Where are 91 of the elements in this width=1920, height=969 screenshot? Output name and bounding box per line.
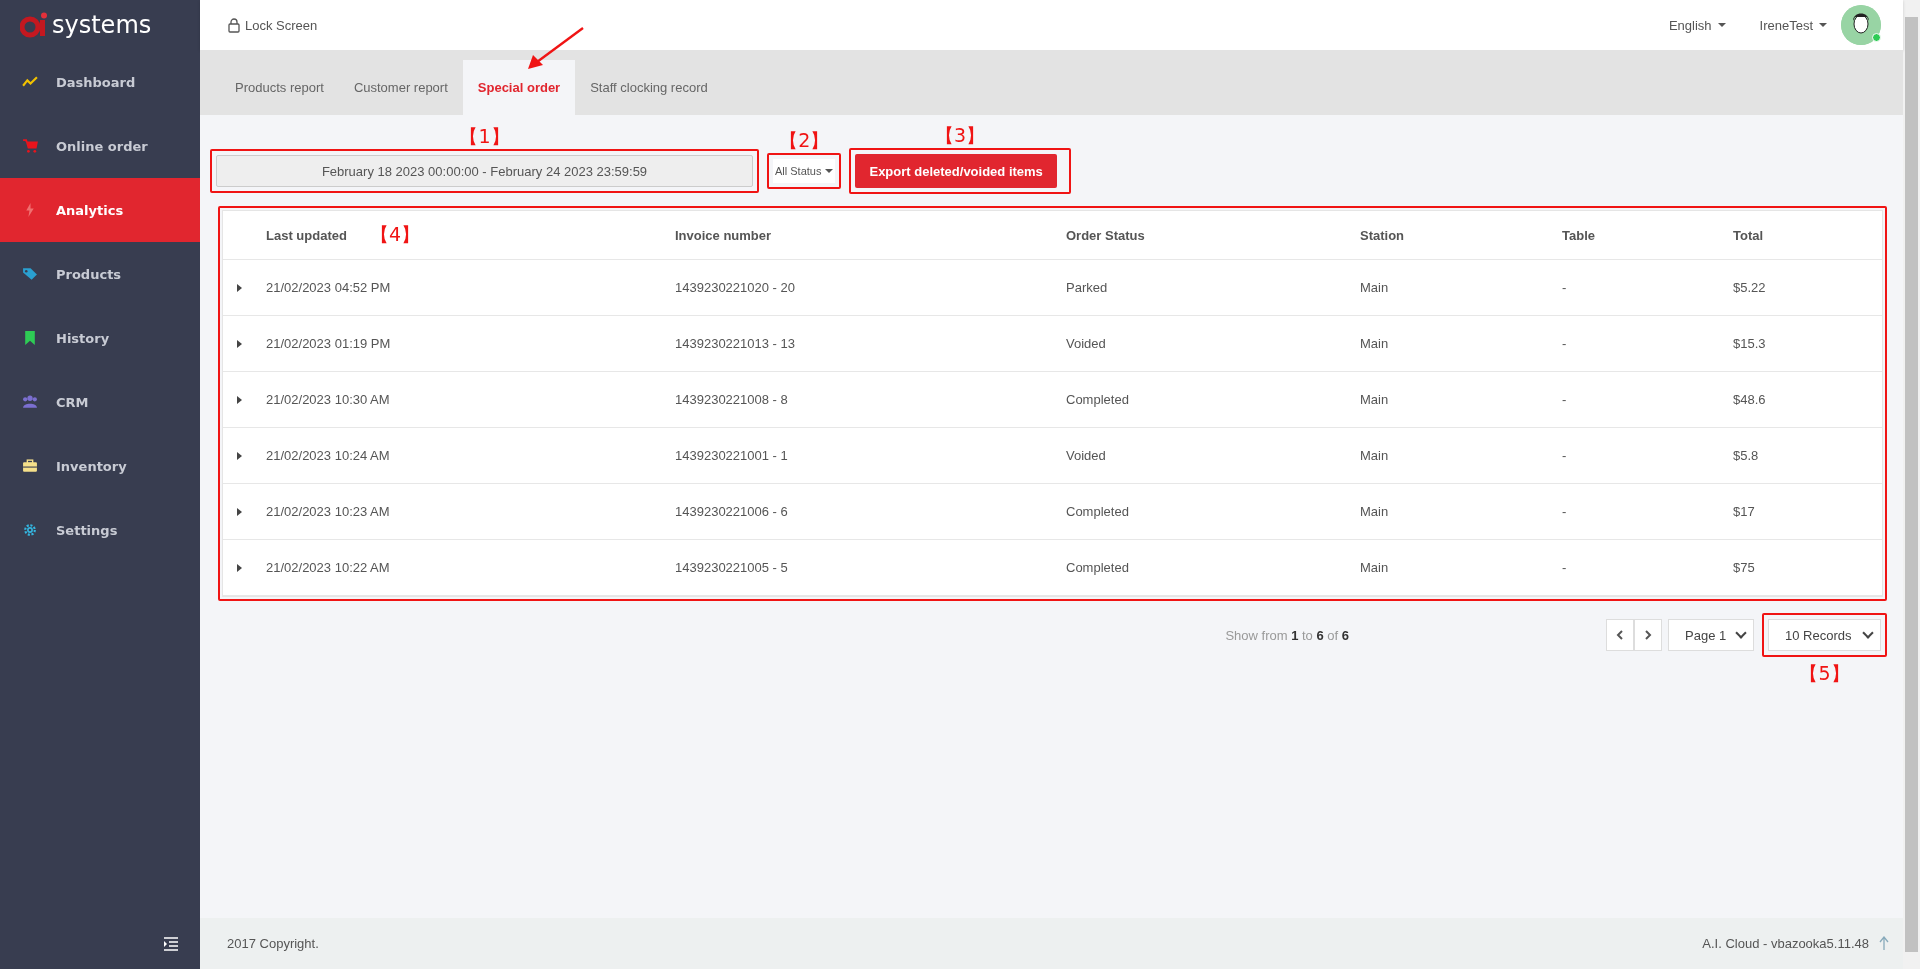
logo-icon (20, 12, 48, 38)
version-text: A.I. Cloud - vbazooka5.11.48 (1702, 936, 1869, 951)
lock-icon (228, 17, 240, 33)
table-cell: Main (1360, 428, 1562, 484)
menu-icon[interactable] (164, 937, 178, 951)
report-tab[interactable]: Products report (220, 60, 339, 115)
table-cell: $5.22 (1733, 260, 1882, 316)
table-cell: 1439230221005 - 5 (675, 540, 1066, 596)
user-dropdown[interactable]: IreneTest (1759, 17, 1827, 33)
expand-caret-icon[interactable] (235, 339, 243, 348)
callout-label: 【5】 (1799, 661, 1850, 686)
expand-caret-icon[interactable] (235, 283, 243, 292)
nav-item[interactable]: Analytics (0, 178, 200, 242)
previous-page-button[interactable] (1606, 619, 1634, 651)
table-cell: Main (1360, 484, 1562, 540)
cart-icon (22, 138, 38, 154)
export-button[interactable]: Export deleted/voided items (855, 154, 1057, 188)
column-header: Table (1562, 211, 1733, 260)
table-cell: 1439230221020 - 20 (675, 260, 1066, 316)
records-summary: Show from 1 to 6 of 6 (1225, 627, 1349, 643)
chevron-left-icon (1616, 630, 1624, 640)
expand-caret-icon[interactable] (235, 451, 243, 460)
table-cell: 1439230221006 - 6 (675, 484, 1066, 540)
nav-item[interactable]: Dashboard (0, 50, 200, 114)
scrollbar[interactable] (1905, 17, 1918, 952)
table-cell: 21/02/2023 04:52 PM (266, 260, 675, 316)
bookmark-icon (22, 330, 38, 346)
lock-screen-link[interactable]: Lock Screen (228, 17, 318, 33)
table-cell: - (1562, 372, 1733, 428)
report-tab[interactable]: Special order (462, 60, 576, 115)
table-cell: 21/02/2023 10:30 AM (266, 372, 675, 428)
table-cell: $17 (1733, 484, 1882, 540)
column-header: Total (1733, 211, 1882, 260)
avatar-icon[interactable] (1841, 5, 1881, 45)
records-per-page-select[interactable]: 10 Records (1768, 619, 1881, 651)
table-cell: 1439230221001 - 1 (675, 428, 1066, 484)
column-header: Station (1360, 211, 1562, 260)
nav-item[interactable]: Online order (0, 114, 200, 178)
callout-label: 【2】 (779, 128, 830, 153)
table-cell: Voided (1066, 428, 1360, 484)
table-cell: - (1562, 484, 1733, 540)
language-dropdown[interactable]: English (1668, 17, 1726, 33)
callout-label: 【1】 (459, 124, 510, 149)
status-dropdown[interactable]: All Status (773, 159, 836, 183)
table-cell: - (1562, 260, 1733, 316)
briefcase-icon (22, 458, 38, 474)
table-cell: - (1562, 316, 1733, 372)
table-cell: 21/02/2023 10:22 AM (266, 540, 675, 596)
table-cell: 1439230221008 - 8 (675, 372, 1066, 428)
callout-label: 【4】 (370, 222, 421, 247)
table-cell: Completed (1066, 484, 1360, 540)
table-cell: Main (1360, 540, 1562, 596)
callout-label: 【3】 (935, 123, 986, 148)
tag-icon (22, 266, 38, 282)
report-tab[interactable]: Staff clocking record (575, 60, 723, 115)
table-cell: Main (1360, 372, 1562, 428)
nav-item[interactable]: Inventory (0, 434, 200, 498)
next-page-button[interactable] (1634, 619, 1662, 651)
table-cell: Main (1360, 260, 1562, 316)
table-cell: $48.6 (1733, 372, 1882, 428)
copyright-text: 2017 Copyright. (227, 936, 319, 951)
chevron-right-icon (1644, 630, 1652, 640)
table-cell: Completed (1066, 372, 1360, 428)
table-cell: Completed (1066, 540, 1360, 596)
nav-item[interactable]: Products (0, 242, 200, 306)
date-range-field[interactable]: February 18 2023 00:00:00 - February 24 2023 23:59:59 (216, 155, 753, 187)
brand-name: systems (52, 11, 152, 39)
table-cell: 21/02/2023 01:19 PM (266, 316, 675, 372)
users-icon (22, 394, 38, 410)
column-header: Order Status (1066, 211, 1360, 260)
nav-item[interactable]: Settings (0, 498, 200, 562)
table-cell: 21/02/2023 10:23 AM (266, 484, 675, 540)
table-cell: $15.3 (1733, 316, 1882, 372)
expand-caret-icon[interactable] (235, 507, 243, 516)
table-cell: $75 (1733, 540, 1882, 596)
table-cell: Main (1360, 316, 1562, 372)
table-cell: - (1562, 540, 1733, 596)
settings-icon (22, 522, 38, 538)
table-cell: Voided (1066, 316, 1360, 372)
report-tab[interactable]: Customer report (338, 60, 463, 115)
page-select[interactable]: Page 1 (1668, 619, 1754, 651)
table-cell: 1439230221013 - 13 (675, 316, 1066, 372)
expand-caret-icon[interactable] (235, 395, 243, 404)
table-cell: $5.8 (1733, 428, 1882, 484)
table-cell: 21/02/2023 10:24 AM (266, 428, 675, 484)
table-cell: - (1562, 428, 1733, 484)
column-header: Invoice number (675, 211, 1066, 260)
expand-caret-icon[interactable] (235, 563, 243, 572)
nav-item[interactable]: CRM (0, 370, 200, 434)
table-cell: Parked (1066, 260, 1360, 316)
nav-item[interactable]: History (0, 306, 200, 370)
